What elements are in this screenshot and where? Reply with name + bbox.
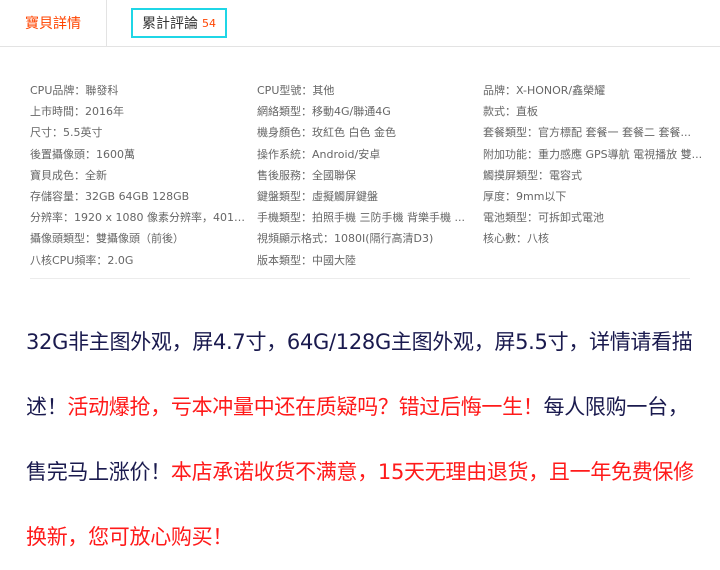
param-item: 上市時間：2016年 (30, 105, 124, 119)
param-item: 八核CPU頻率：2.0G (30, 253, 134, 267)
param-item: 厚度：9mm以下 (483, 189, 567, 203)
tab-reviews-label: 累計評論 (142, 16, 198, 32)
param-item: 存儲容量：32GB 64GB 128GB (30, 189, 190, 203)
param-item: 鍵盤類型：虛擬觸屏鍵盤 (257, 189, 378, 203)
param-item: 手機類型：拍照手機 三防手機 背樂手機 ... (257, 211, 465, 225)
tab-item-details[interactable]: 寶貝詳情 (0, 0, 107, 46)
tab-item-details-label: 寶貝詳情 (25, 16, 81, 32)
param-item: 核心數：八核 (483, 232, 549, 246)
param-column: CPU品牌：聯發科 上市時間：2016年 尺寸：5.5英寸 後置攝像頭：1600… (30, 80, 250, 271)
param-item: CPU型號：其他 (257, 84, 335, 97)
description-promo-text: 活动爆抢，亏本冲量中还在质疑吗？错过后悔一生！ (67, 395, 544, 419)
param-item: 寶貝成色：全新 (30, 168, 107, 182)
param-item: 視頻顯示格式：1080I(隔行高清D3) (257, 232, 434, 246)
param-item: 款式：直板 (483, 105, 538, 119)
param-item: 品牌：X-HONOR/鑫榮耀 (483, 84, 606, 97)
param-item: 售後服務：全國聯保 (257, 168, 356, 182)
param-item: 後置攝像頭：1600萬 (30, 147, 135, 161)
param-item: CPU品牌：聯發科 (30, 84, 119, 97)
section-divider (30, 278, 690, 279)
param-item: 附加功能：重力感應 GPS導航 電視播放 雙... (483, 147, 703, 161)
param-item: 電池類型：可拆卸式電池 (483, 211, 604, 225)
param-item: 尺寸：5.5英寸 (30, 126, 103, 140)
param-item: 版本類型：中國大陸 (257, 253, 356, 267)
param-item: 網絡類型：移動4G/聯通4G (257, 105, 391, 119)
param-column: CPU型號：其他 網絡類型：移動4G/聯通4G 機身顏色：玫紅色 白色 金色 操… (257, 80, 477, 271)
param-item: 攝像頭類型：雙攝像頭（前後） (30, 232, 184, 246)
param-item: 機身顏色：玫紅色 白色 金色 (257, 126, 396, 140)
tab-cumulative-reviews[interactable]: 累計評論 54 (131, 8, 227, 38)
param-item: 套餐類型：官方標配 套餐一 套餐二 套餐... (483, 126, 691, 140)
param-item: 觸摸屏類型：電容式 (483, 168, 582, 182)
param-item: 操作系統：Android/安卓 (257, 147, 381, 161)
review-count-badge: 54 (202, 16, 216, 30)
product-description: 32G非主图外观，屏4.7寸，64G/128G主图外观，屏5.5寸，详情请看描述… (26, 310, 696, 570)
param-item: 分辨率：1920 x 1080 像素分辨率，401?ppi (30, 211, 250, 225)
tab-bar: 寶貝詳情 累計評論 54 (0, 0, 720, 47)
param-column: 品牌：X-HONOR/鑫榮耀 款式：直板 套餐類型：官方標配 套餐一 套餐二 套… (483, 80, 703, 250)
